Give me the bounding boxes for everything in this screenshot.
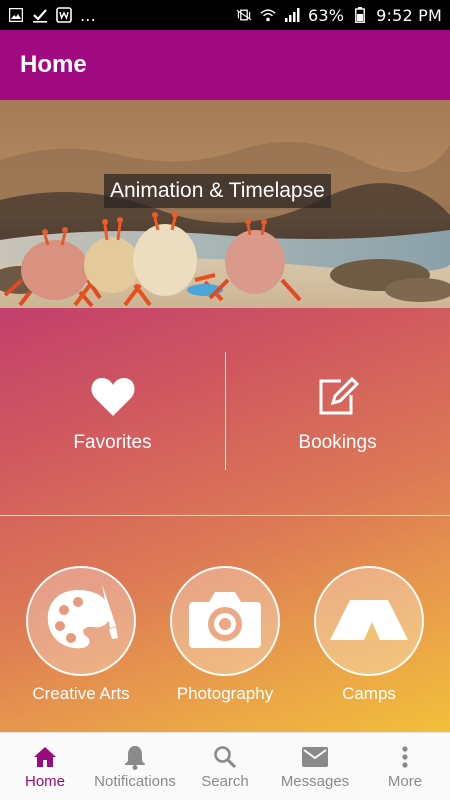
status-left: ... (8, 6, 96, 25)
category-row: Creative Arts Photography Camps (0, 566, 450, 716)
nav-label: Search (201, 772, 249, 790)
horizontal-divider (0, 515, 450, 516)
wifi-icon (260, 7, 276, 23)
home-icon (32, 744, 58, 770)
heart-icon (90, 377, 136, 422)
edit-note-icon (317, 376, 359, 422)
status-right: 63% 9:52 PM (236, 6, 442, 25)
category-creative-arts[interactable]: Creative Arts (11, 566, 151, 704)
favorites-button[interactable]: Favorites (0, 308, 225, 516)
image-notification-icon (8, 7, 24, 23)
category-label: Camps (342, 684, 396, 703)
vibrate-mute-icon (236, 7, 252, 23)
bookings-button[interactable]: Bookings (225, 308, 450, 516)
bookings-label: Bookings (298, 431, 377, 453)
nav-search[interactable]: Search (180, 733, 270, 800)
mail-icon (302, 744, 328, 770)
camera-icon (187, 588, 263, 655)
tent-icon (328, 596, 410, 647)
nav-label: Notifications (94, 772, 176, 790)
app-notification-icon (56, 7, 72, 23)
nav-messages[interactable]: Messages (270, 733, 360, 800)
bottom-navigation: Home Notifications Search Messages More (0, 732, 450, 800)
banner-caption: Animation & Timelapse (104, 174, 331, 208)
palette-icon (42, 582, 120, 661)
nav-home[interactable]: Home (0, 733, 90, 800)
page-title: Home (20, 51, 87, 78)
more-vertical-icon (392, 744, 418, 770)
category-label: Photography (176, 684, 274, 703)
status-bar: ... 63% 9:52 PM (0, 0, 450, 30)
bell-icon (122, 744, 148, 770)
nav-more[interactable]: More (360, 733, 450, 800)
featured-banner[interactable]: Animation & Timelapse (0, 100, 450, 308)
home-dashboard: Favorites Bookings Creative Arts Photogr… (0, 308, 450, 732)
search-icon (212, 744, 238, 770)
category-photography[interactable]: Photography (155, 566, 295, 704)
category-circle (314, 566, 424, 676)
app-bar: Home (0, 30, 450, 100)
clock: 9:52 PM (376, 5, 442, 25)
more-notifications-icon: ... (80, 5, 96, 25)
nav-label: Messages (280, 772, 350, 790)
category-circle (170, 566, 280, 676)
favorites-label: Favorites (73, 431, 152, 453)
category-circle (26, 566, 136, 676)
check-notification-icon (32, 7, 48, 23)
nav-label: More (387, 772, 423, 790)
battery-icon (352, 7, 368, 23)
category-label: Creative Arts (32, 684, 130, 703)
vertical-divider (225, 352, 226, 470)
battery-percent: 63% (307, 5, 345, 25)
category-camps[interactable]: Camps (299, 566, 439, 704)
nav-notifications[interactable]: Notifications (90, 733, 180, 800)
signal-icon (284, 7, 300, 23)
nav-label: Home (24, 772, 65, 790)
